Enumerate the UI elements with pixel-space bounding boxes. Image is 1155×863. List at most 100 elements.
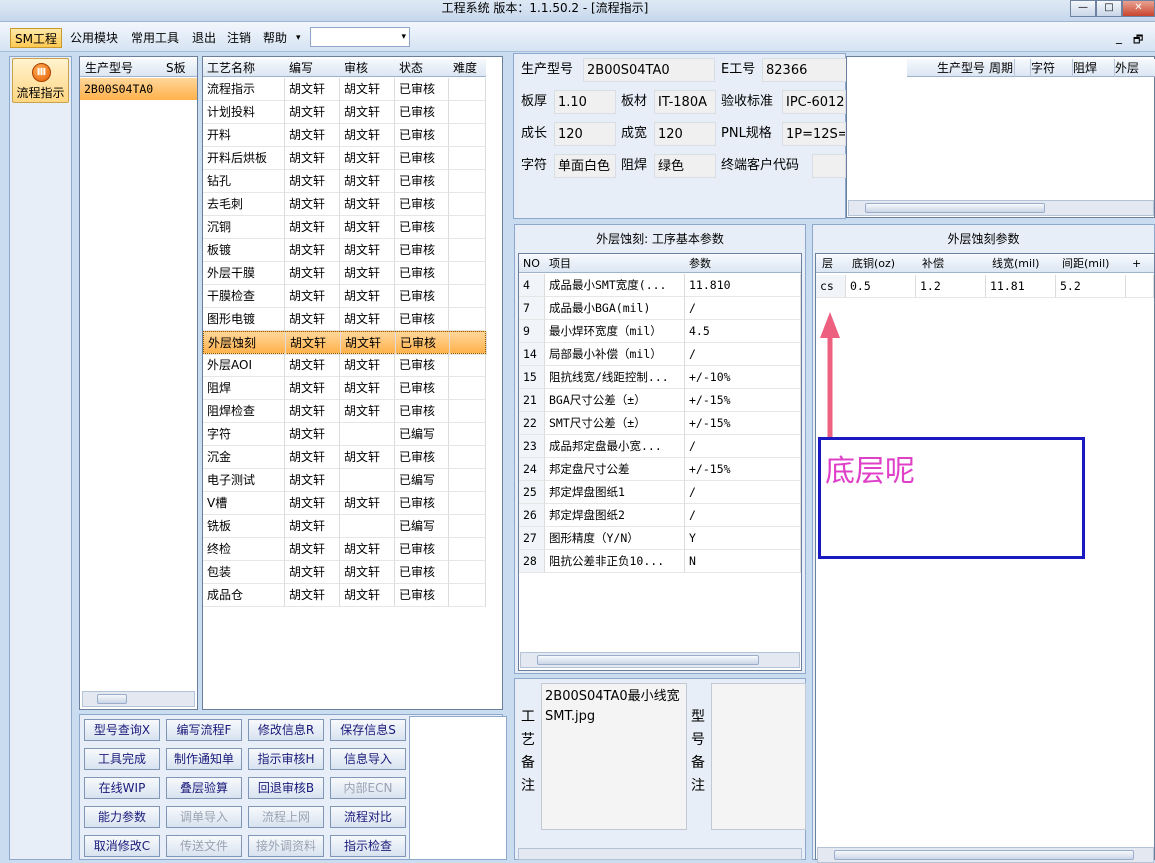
params-scrollbar[interactable] (520, 652, 800, 668)
model-field[interactable]: 2B00S04TA0 (583, 58, 715, 82)
process-row[interactable]: 开料后烘板 胡文轩 胡文轩 已审核 (203, 147, 486, 170)
process-row[interactable]: 钻孔 胡文轩 胡文轩 已审核 (203, 170, 486, 193)
close-button[interactable]: ✕ (1122, 0, 1155, 17)
action-button[interactable]: 工具完成 (84, 748, 160, 770)
menu-common-tools[interactable]: 常用工具 (127, 28, 183, 48)
action-button[interactable]: 型号查询X (84, 719, 160, 741)
action-button[interactable]: 流程对比 (330, 806, 406, 828)
action-button[interactable]: 取消修改C (84, 835, 160, 857)
menu-exit[interactable]: 退出 (188, 28, 220, 48)
customer-field[interactable] (812, 154, 846, 178)
params-row[interactable]: 23 成品邦定盘最小宽... / (519, 435, 801, 458)
action-button[interactable]: 修改信息R (248, 719, 324, 741)
action-button[interactable]: 信息导入 (330, 748, 406, 770)
process-row[interactable]: V槽 胡文轩 胡文轩 已审核 (203, 492, 486, 515)
action-button[interactable]: 编写流程F (166, 719, 242, 741)
scroll-thumb[interactable] (97, 694, 127, 704)
process-row[interactable]: 计划投料 胡文轩 胡文轩 已审核 (203, 101, 486, 124)
minimize-button[interactable]: — (1070, 0, 1096, 17)
action-button[interactable]: 保存信息S (330, 719, 406, 741)
history-scrollbar[interactable] (848, 200, 1154, 216)
params-row[interactable]: 7 成品最小BGA(mil) / (519, 297, 801, 320)
action-button[interactable]: 制作通知单 (166, 748, 242, 770)
chevron-down-icon[interactable]: ▾ (401, 28, 406, 46)
etch-scrollbar[interactable] (817, 847, 1154, 863)
params-row[interactable]: 28 阻抗公差非正负10... N (519, 550, 801, 573)
process-guide-button[interactable]: Ⅲ 流程指示 (12, 58, 69, 103)
process-row[interactable]: 阻焊 胡文轩 胡文轩 已审核 (203, 377, 486, 400)
product-list-grid: 生产型号 S板 2B00S04TA0 (79, 56, 198, 710)
process-row[interactable]: 电子测试 胡文轩 已编写 (203, 469, 486, 492)
etch-header-cell: 线宽(mil) (992, 257, 1040, 270)
menu-sm-engineering[interactable]: SM工程 (10, 28, 62, 48)
etch-row[interactable]: cs 0.5 1.2 11.81 5.2 (816, 275, 1154, 298)
etch-cell: 0.5 (846, 275, 916, 298)
params-row[interactable]: 9 最小焊环宽度（mil） 4.5 (519, 320, 801, 343)
params-cell: 成品最小SMT宽度(... (545, 274, 685, 297)
log-area[interactable] (409, 716, 507, 860)
action-button[interactable]: 流程上网 (248, 806, 324, 828)
menu-public-module[interactable]: 公用模块 (66, 28, 122, 48)
process-row[interactable]: 成品仓 胡文轩 胡文轩 已审核 (203, 584, 486, 607)
params-row[interactable]: 24 邦定盘尺寸公差 +/-15% (519, 458, 801, 481)
process-remarks-field[interactable]: 2B00S04TA0最小线宽SMT.jpg (541, 683, 687, 830)
action-button[interactable]: 传送文件 (166, 835, 242, 857)
length-field[interactable]: 120 (554, 122, 616, 146)
action-button[interactable]: 调单导入 (166, 806, 242, 828)
params-row[interactable]: 27 图形精度（Y/N） Y (519, 527, 801, 550)
thickness-field[interactable]: 1.10 (554, 90, 616, 114)
scroll-thumb[interactable] (865, 203, 1045, 213)
params-row[interactable]: 4 成品最小SMT宽度(... 11.810 (519, 274, 801, 297)
params-row[interactable]: 22 SMT尺寸公差（±） +/-15% (519, 412, 801, 435)
process-row[interactable]: 去毛刺 胡文轩 胡文轩 已审核 (203, 193, 486, 216)
product-list-scrollbar[interactable] (82, 691, 195, 707)
standard-field[interactable]: IPC-6012 (782, 90, 846, 114)
params-row[interactable]: 15 阻抗线宽/线距控制... +/-10% (519, 366, 801, 389)
process-row[interactable]: 外层蚀刻 胡文轩 胡文轩 已审核 (203, 331, 487, 355)
process-row[interactable]: 流程指示 胡文轩 胡文轩 已审核 (203, 78, 486, 101)
doc-restore-icon[interactable]: 🗗 (1133, 31, 1143, 50)
process-row[interactable]: 开料 胡文轩 胡文轩 已审核 (203, 124, 486, 147)
action-button[interactable]: 内部ECN (330, 777, 406, 799)
process-row[interactable]: 阻焊检查 胡文轩 胡文轩 已审核 (203, 400, 486, 423)
width-field[interactable]: 120 (654, 122, 716, 146)
action-button[interactable]: 指示审核H (248, 748, 324, 770)
menu-logout[interactable]: 注销 (223, 28, 255, 48)
process-row[interactable]: 外层AOI 胡文轩 胡文轩 已审核 (203, 354, 486, 377)
doc-minimize-icon[interactable]: _ (1116, 30, 1122, 44)
maximize-button[interactable]: □ (1096, 0, 1122, 17)
scroll-thumb[interactable] (537, 655, 759, 665)
menu-help[interactable]: 帮助 (259, 28, 291, 48)
model-remarks-field[interactable] (711, 683, 806, 830)
process-row[interactable]: 字符 胡文轩 已编写 (203, 423, 486, 446)
process-row[interactable]: 图形电镀 胡文轩 胡文轩 已审核 (203, 308, 486, 331)
char-field[interactable]: 单面白色 (554, 154, 616, 178)
product-row[interactable]: 2B00S04TA0 (80, 78, 197, 100)
process-row[interactable]: 外层干膜 胡文轩 胡文轩 已审核 (203, 262, 486, 285)
action-button[interactable]: 在线WIP (84, 777, 160, 799)
material-field[interactable]: IT-180A (654, 90, 716, 114)
help-dropdown-icon[interactable]: ▾ (292, 28, 305, 48)
action-button[interactable]: 指示检查 (330, 835, 406, 857)
params-row[interactable]: 25 邦定焊盘图纸1/ (519, 481, 801, 504)
params-row[interactable]: 14 局部最小补偿（mil） / (519, 343, 801, 366)
process-row[interactable]: 干膜检查 胡文轩 胡文轩 已审核 (203, 285, 486, 308)
action-button[interactable]: 叠层验算 (166, 777, 242, 799)
process-row[interactable]: 沉铜 胡文轩 胡文轩 已审核 (203, 216, 486, 239)
menu-combo-box[interactable]: ▾ (310, 27, 410, 47)
pnl-field[interactable]: 1P=12S= (782, 122, 846, 146)
action-button[interactable]: 能力参数 (84, 806, 160, 828)
remarks-scrollbar[interactable] (518, 848, 802, 860)
action-button[interactable]: 回退审核B (248, 777, 324, 799)
scroll-thumb[interactable] (834, 850, 1134, 860)
process-row[interactable]: 包装 胡文轩 胡文轩 已审核 (203, 561, 486, 584)
process-row[interactable]: 沉金 胡文轩 胡文轩 已审核 (203, 446, 486, 469)
mask-field[interactable]: 绿色 (654, 154, 716, 178)
process-row[interactable]: 终检 胡文轩 胡文轩 已审核 (203, 538, 486, 561)
process-row[interactable]: 板镀 胡文轩 胡文轩 已审核 (203, 239, 486, 262)
params-row[interactable]: 26 邦定焊盘图纸2/ (519, 504, 801, 527)
params-row[interactable]: 21 BGA尺寸公差（±） +/-15% (519, 389, 801, 412)
etch-header-cell[interactable]: + (1132, 255, 1141, 273)
action-button[interactable]: 接外调资料 (248, 835, 324, 857)
process-row[interactable]: 铣板 胡文轩 已编写 (203, 515, 486, 538)
